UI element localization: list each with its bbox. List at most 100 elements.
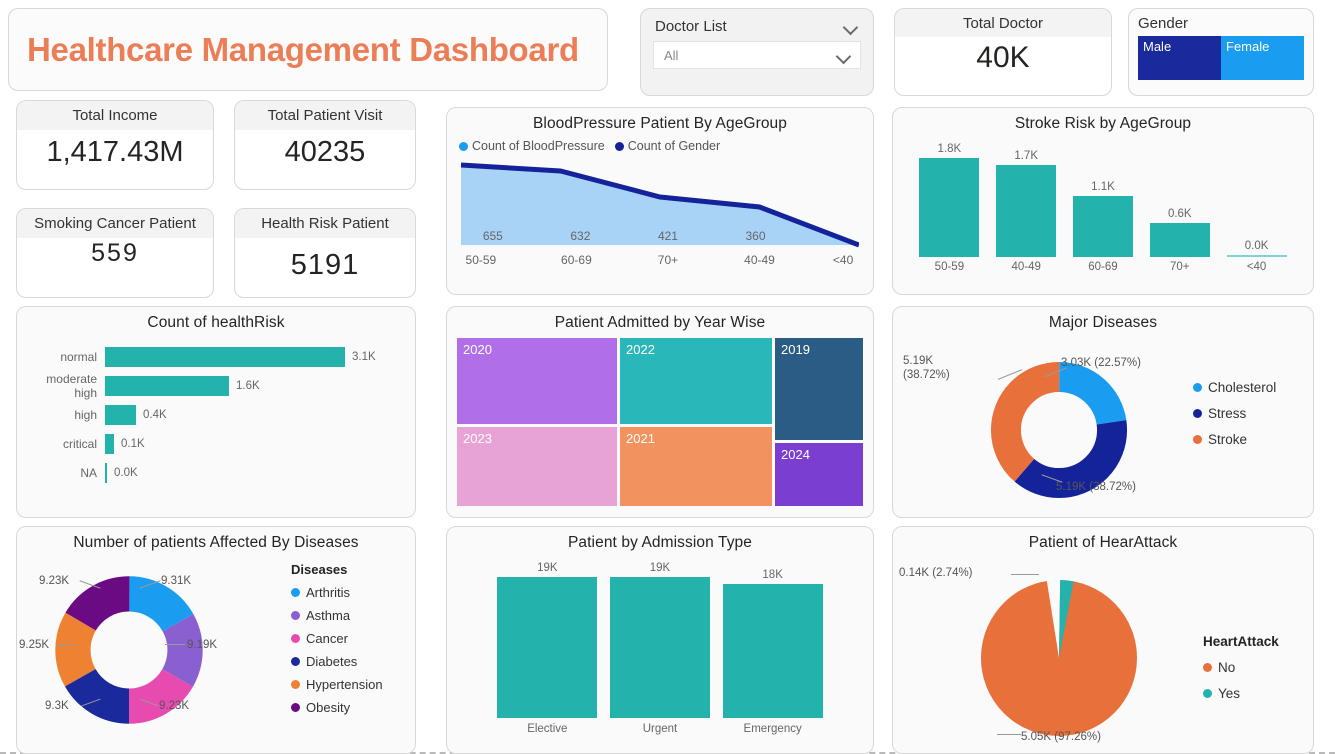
bar[interactable]	[1072, 196, 1133, 257]
bar-row[interactable]: high 0.4K	[23, 400, 405, 429]
data-label: 360	[745, 229, 766, 243]
major-diseases-chart[interactable]: Major Diseases 5.19K (38.72%) 3.03K (22.…	[892, 306, 1314, 518]
treemap-tile[interactable]: 2022	[620, 338, 772, 424]
legend-item-bloodpressure[interactable]: Count of BloodPressure	[459, 139, 605, 153]
bar-row[interactable]: moderate high 1.6K	[23, 371, 405, 400]
x-tick: 70+	[1170, 261, 1190, 273]
bar-group[interactable]: 19K	[609, 560, 710, 718]
bar[interactable]	[722, 584, 823, 718]
bar-row[interactable]: critical 0.1K	[23, 429, 405, 458]
treemap-tile[interactable]: 2023	[457, 426, 617, 506]
legend-item-cholesterol[interactable]: Cholesterol	[1193, 380, 1276, 395]
bar[interactable]	[105, 346, 345, 367]
legend-swatch-icon	[291, 703, 300, 712]
x-tick: 50-59	[934, 261, 965, 273]
legend-item-asthma[interactable]: Asthma	[291, 608, 383, 623]
legend-item-gender[interactable]: Count of Gender	[614, 139, 720, 153]
bar-group[interactable]: 0.6K	[1149, 139, 1210, 257]
donut-svg[interactable]	[989, 360, 1129, 500]
legend-label: Diabetes	[306, 654, 358, 669]
slice-label-yes: 0.14K (2.74%)	[899, 567, 973, 579]
slice-label-asthma: 9.19K	[187, 639, 218, 651]
bar-group[interactable]: 18K	[722, 560, 823, 718]
treemap-tile[interactable]: 2019	[775, 338, 863, 441]
patient-admitted-by-year-treemap[interactable]: Patient Admitted by Year Wise 2020 2023 …	[446, 306, 874, 518]
chart-legend[interactable]: Cholesterol Stress Stroke	[1193, 380, 1276, 458]
bar-group[interactable]: 1.1K	[1072, 139, 1133, 257]
gender-slicer[interactable]: Gender Male Female	[1128, 8, 1314, 96]
slice-stroke[interactable]	[990, 361, 1128, 499]
bar[interactable]	[497, 577, 598, 718]
slice-label-text: 5.19K (38.72%)	[903, 355, 950, 381]
treemap-tile[interactable]: 2024	[775, 443, 863, 506]
treemap-tile[interactable]: 2020	[457, 338, 617, 424]
legend-item-cancer[interactable]: Cancer	[291, 631, 383, 646]
doctor-list-slicer[interactable]: Doctor List All	[640, 8, 874, 96]
slice-obesity[interactable]	[55, 576, 203, 724]
legend-item-hypertension[interactable]: Hypertension	[291, 677, 383, 692]
x-tick: 50-59	[465, 253, 497, 267]
slice-label-arthritis: 9.31K	[161, 575, 192, 587]
bar-group[interactable]: 19K	[497, 560, 598, 718]
bar[interactable]	[105, 375, 229, 396]
kpi-smoking-cancer-value: 559	[91, 239, 139, 267]
bar[interactable]	[105, 433, 114, 454]
legend-item-stroke[interactable]: Stroke	[1193, 432, 1276, 447]
patient-by-admission-type-chart[interactable]: Patient by Admission Type 19K 19K 18K El…	[446, 526, 874, 754]
chevron-down-icon[interactable]	[843, 22, 859, 31]
bar-group[interactable]: 1.7K	[996, 139, 1057, 257]
legend-label: Cholesterol	[1208, 380, 1277, 395]
bar[interactable]	[1149, 223, 1210, 257]
legend-item-no[interactable]: No	[1203, 660, 1279, 675]
category-label: NA	[80, 465, 97, 480]
bar[interactable]	[1226, 255, 1287, 257]
stroke-risk-by-agegroup-chart[interactable]: Stroke Risk by AgeGroup 1.8K 1.7K 1.1K 0…	[892, 107, 1314, 295]
bar-value-label: 18K	[762, 569, 783, 581]
chart-title: Patient of HearAttack	[1028, 534, 1178, 551]
leader-line	[1011, 574, 1039, 575]
legend-item-arthritis[interactable]: Arthritis	[291, 585, 383, 600]
doctor-list-value: All	[664, 47, 679, 63]
chart-title: Stroke Risk by AgeGroup	[1014, 115, 1192, 132]
legend-swatch-icon	[1193, 435, 1202, 444]
patients-affected-by-diseases-chart[interactable]: Number of patients Affected By Diseases …	[16, 526, 416, 754]
slice-yes[interactable]	[981, 580, 1137, 736]
bar[interactable]	[609, 577, 710, 718]
legend-item-obesity[interactable]: Obesity	[291, 700, 383, 715]
admission-columns: 19K 19K 18K	[447, 552, 873, 718]
chart-legend[interactable]: Count of BloodPressure Count of Gender	[447, 133, 873, 153]
legend-label: Stroke	[1208, 432, 1248, 447]
doctor-list-dropdown[interactable]: All	[653, 41, 861, 69]
chart-legend[interactable]: Diseases Arthritis Asthma Cancer Diabete…	[291, 562, 383, 723]
slice-label-hypertension: 9.25K	[19, 639, 50, 651]
bar[interactable]	[996, 165, 1057, 257]
chevron-down-icon[interactable]	[836, 51, 852, 60]
legend-swatch-icon	[1203, 663, 1212, 672]
gender-option-female[interactable]: Female	[1221, 36, 1304, 80]
bar-row[interactable]: NA 0.0K	[23, 458, 405, 487]
legend-item-stress[interactable]: Stress	[1193, 406, 1276, 421]
bar[interactable]	[919, 158, 980, 257]
chart-title: Number of patients Affected By Diseases	[73, 534, 359, 551]
bar-row[interactable]: normal 3.1K	[23, 342, 405, 371]
chart-title: BloodPressure Patient By AgeGroup	[532, 115, 788, 132]
patient-of-heartattack-chart[interactable]: Patient of HearAttack 0.14K (2.74%) 5.05…	[892, 526, 1314, 754]
legend-item-diabetes[interactable]: Diabetes	[291, 654, 383, 669]
data-label: 632	[570, 229, 591, 243]
doctor-list-header[interactable]: Doctor List	[653, 18, 861, 41]
x-axis: 50-59 60-69 70+ 40-49 <40	[461, 253, 859, 271]
pie-svg[interactable]	[981, 580, 1137, 736]
count-of-healthrisk-chart[interactable]: Count of healthRisk normal 3.1K moderate…	[16, 306, 416, 518]
chart-title: Count of healthRisk	[147, 314, 285, 331]
legend-item-yes[interactable]: Yes	[1203, 686, 1279, 701]
chart-legend[interactable]: HeartAttack No Yes	[1203, 634, 1279, 712]
kpi-health-risk-patient: Health Risk Patient 5191	[234, 208, 416, 298]
bar-group[interactable]: 1.8K	[919, 139, 980, 257]
bloodpressure-by-agegroup-chart[interactable]: BloodPressure Patient By AgeGroup Count …	[446, 107, 874, 295]
gender-option-male[interactable]: Male	[1138, 36, 1221, 80]
bar[interactable]	[105, 404, 136, 425]
treemap-tile[interactable]: 2021	[620, 426, 772, 506]
bar-group[interactable]: 0.0K	[1226, 139, 1287, 257]
kpi-total-patient-visit-label: Total Patient Visit	[235, 101, 415, 130]
gender-slicer-label: Gender	[1138, 15, 1189, 32]
